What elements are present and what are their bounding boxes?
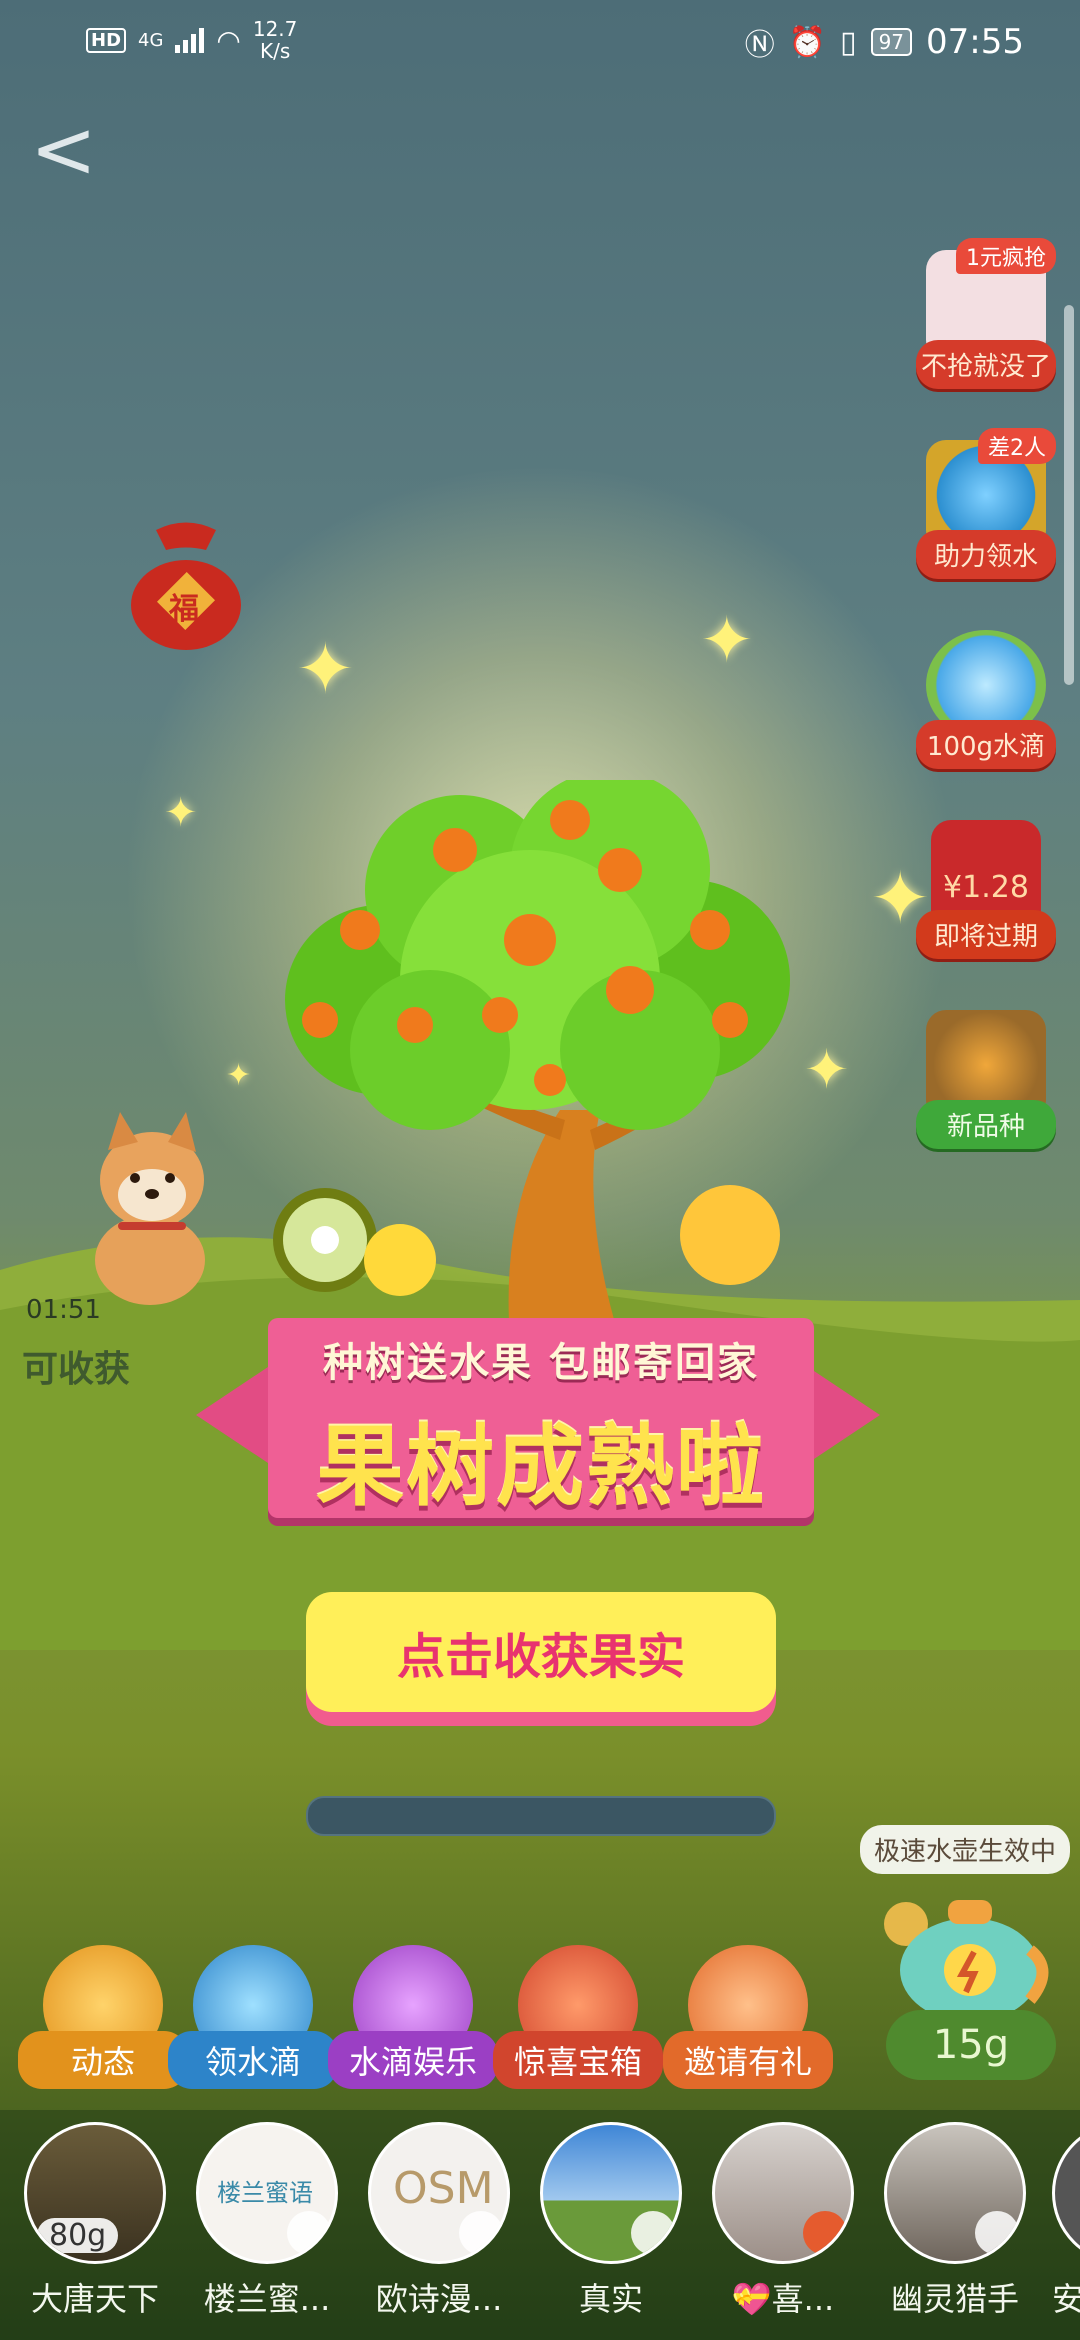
friend-name: 安: [1052, 2280, 1080, 2318]
promo-label: 即将过期: [916, 910, 1056, 959]
alarm-icon: ⏰: [788, 24, 827, 60]
promo-tag: 差2人: [978, 428, 1056, 464]
fortune-bag-text: 福: [169, 592, 199, 627]
shiba-pet[interactable]: [80, 1110, 230, 1330]
back-button[interactable]: <: [30, 110, 97, 190]
action-get-water[interactable]: 领水滴: [168, 1945, 338, 2089]
growth-progress-bar: [306, 1796, 776, 1836]
promo-tag: 1元疯抢: [956, 238, 1056, 274]
coupon-price: ¥1.28: [943, 870, 1029, 905]
hd-icon: HD: [86, 27, 127, 53]
action-label: 动态: [18, 2031, 188, 2089]
avatar: [1052, 2122, 1080, 2264]
friend-name: 真实: [578, 2280, 643, 2318]
action-feed[interactable]: 动态: [18, 1945, 188, 2089]
nfc-icon: Ⓝ: [744, 28, 775, 63]
friend-name: 💝喜...: [731, 2280, 835, 2318]
friend-name: 欧诗漫...: [375, 2280, 503, 2318]
clock: 07:55: [926, 22, 1024, 62]
friend-name: 大唐天下: [30, 2280, 159, 2318]
banner-subtitle: 种树送水果 包邮寄回家: [323, 1340, 759, 1386]
pet-status: 可收获: [22, 1349, 131, 1390]
fortune-bag[interactable]: 福: [126, 520, 246, 650]
friend-item[interactable]: 💝喜...: [708, 2122, 858, 2320]
friend-name: 幽灵猎手: [890, 2280, 1019, 2318]
network-label: 4G: [138, 29, 164, 51]
status-bar: HD 4G ◠ 12.7 K/s Ⓝ ⏰ ▯ 97 07:55: [0, 0, 1080, 80]
promo-label: 新品种: [916, 1100, 1056, 1149]
action-water-fun[interactable]: 水滴娱乐: [328, 1945, 498, 2089]
promo-label: 助力领水: [916, 530, 1056, 579]
action-invite[interactable]: 邀请有礼: [663, 1945, 833, 2089]
friend-name: 楼兰蜜...: [203, 2280, 331, 2318]
promo-help-water[interactable]: 差2人 助力领水: [916, 428, 1056, 579]
action-label: 水滴娱乐: [328, 2031, 498, 2089]
promo-flash-sale[interactable]: 1元疯抢 不抢就没了: [916, 238, 1056, 389]
harvest-icon: [803, 2211, 847, 2255]
avatar: [884, 2122, 1026, 2264]
action-surprise-box[interactable]: 惊喜宝箱: [493, 1945, 663, 2089]
hand-icon: [631, 2211, 675, 2255]
friend-item[interactable]: 80g 大唐天下: [20, 2122, 170, 2320]
battery-icon: 97: [870, 28, 913, 56]
avatar: 80g: [24, 2122, 166, 2264]
avatar: [540, 2122, 682, 2264]
promo-coupon[interactable]: ¥1.28 即将过期: [916, 820, 1056, 959]
friends-list: 80g 大唐天下 楼兰蜜语 楼兰蜜... OSM 欧诗漫... 真实 💝喜...…: [0, 2110, 1080, 2340]
kettle-amount: 15g: [886, 2010, 1056, 2080]
promo-new-variety[interactable]: 新品种: [916, 1010, 1056, 1149]
kettle-status-badge: 极速水壶生效中: [859, 1825, 1070, 1874]
dog-icon: [95, 1112, 205, 1305]
action-label: 邀请有礼: [663, 2031, 833, 2089]
friend-item[interactable]: 楼兰蜜语 楼兰蜜...: [192, 2122, 342, 2320]
speed-value: 12.7: [252, 17, 298, 41]
brand-logo-text: 楼兰蜜语: [217, 2179, 313, 2207]
vibrate-icon: ▯: [840, 24, 857, 60]
avatar: [712, 2122, 854, 2264]
promo-label: 不抢就没了: [916, 340, 1056, 389]
water-drop-icon: [287, 2211, 331, 2255]
pet-timer: 01:51: [26, 1295, 101, 1325]
promo-100g-water[interactable]: 100g水滴: [916, 630, 1056, 769]
scrollbar[interactable]: [1064, 305, 1074, 685]
speed-unit: K/s: [259, 39, 291, 63]
sparkle-icon: ✦: [164, 790, 198, 836]
banner-title: 果树成熟啦: [315, 1415, 766, 1518]
water-drop-icon: [975, 2211, 1019, 2255]
sparkle-icon: ✦: [296, 628, 355, 710]
network-speed: 12.7 K/s: [253, 18, 298, 62]
water-badge: 80g: [37, 2218, 119, 2253]
avatar: OSM: [368, 2122, 510, 2264]
harvest-fruit-button[interactable]: 点击收获果实: [306, 1592, 776, 1712]
action-bar: 动态 领水滴 水滴娱乐 惊喜宝箱 邀请有礼: [18, 1945, 848, 2089]
action-label: 惊喜宝箱: [493, 2031, 663, 2089]
wifi-icon: ◠: [216, 23, 241, 57]
friend-item[interactable]: OSM 欧诗漫...: [364, 2122, 514, 2320]
friend-item[interactable]: 幽灵猎手: [880, 2122, 1030, 2320]
fruit-tree: [273, 780, 790, 1340]
kettle-icon[interactable]: [870, 1880, 1060, 2030]
avatar: 楼兰蜜语: [196, 2122, 338, 2264]
sparkle-icon: ✦: [226, 1058, 252, 1093]
signal-icon: [175, 27, 205, 53]
friend-item[interactable]: 真实: [536, 2122, 686, 2320]
status-left: HD 4G ◠ 12.7 K/s: [86, 18, 297, 62]
sparkle-icon: ✦: [700, 604, 754, 678]
water-drop-icon: [459, 2211, 503, 2255]
brand-logo-text: OSM: [393, 2163, 494, 2214]
action-label: 领水滴: [168, 2031, 338, 2089]
friend-item[interactable]: 安: [1052, 2122, 1080, 2320]
promo-label: 100g水滴: [916, 720, 1056, 769]
status-right: Ⓝ ⏰ ▯ 97 07:55: [745, 20, 1024, 64]
